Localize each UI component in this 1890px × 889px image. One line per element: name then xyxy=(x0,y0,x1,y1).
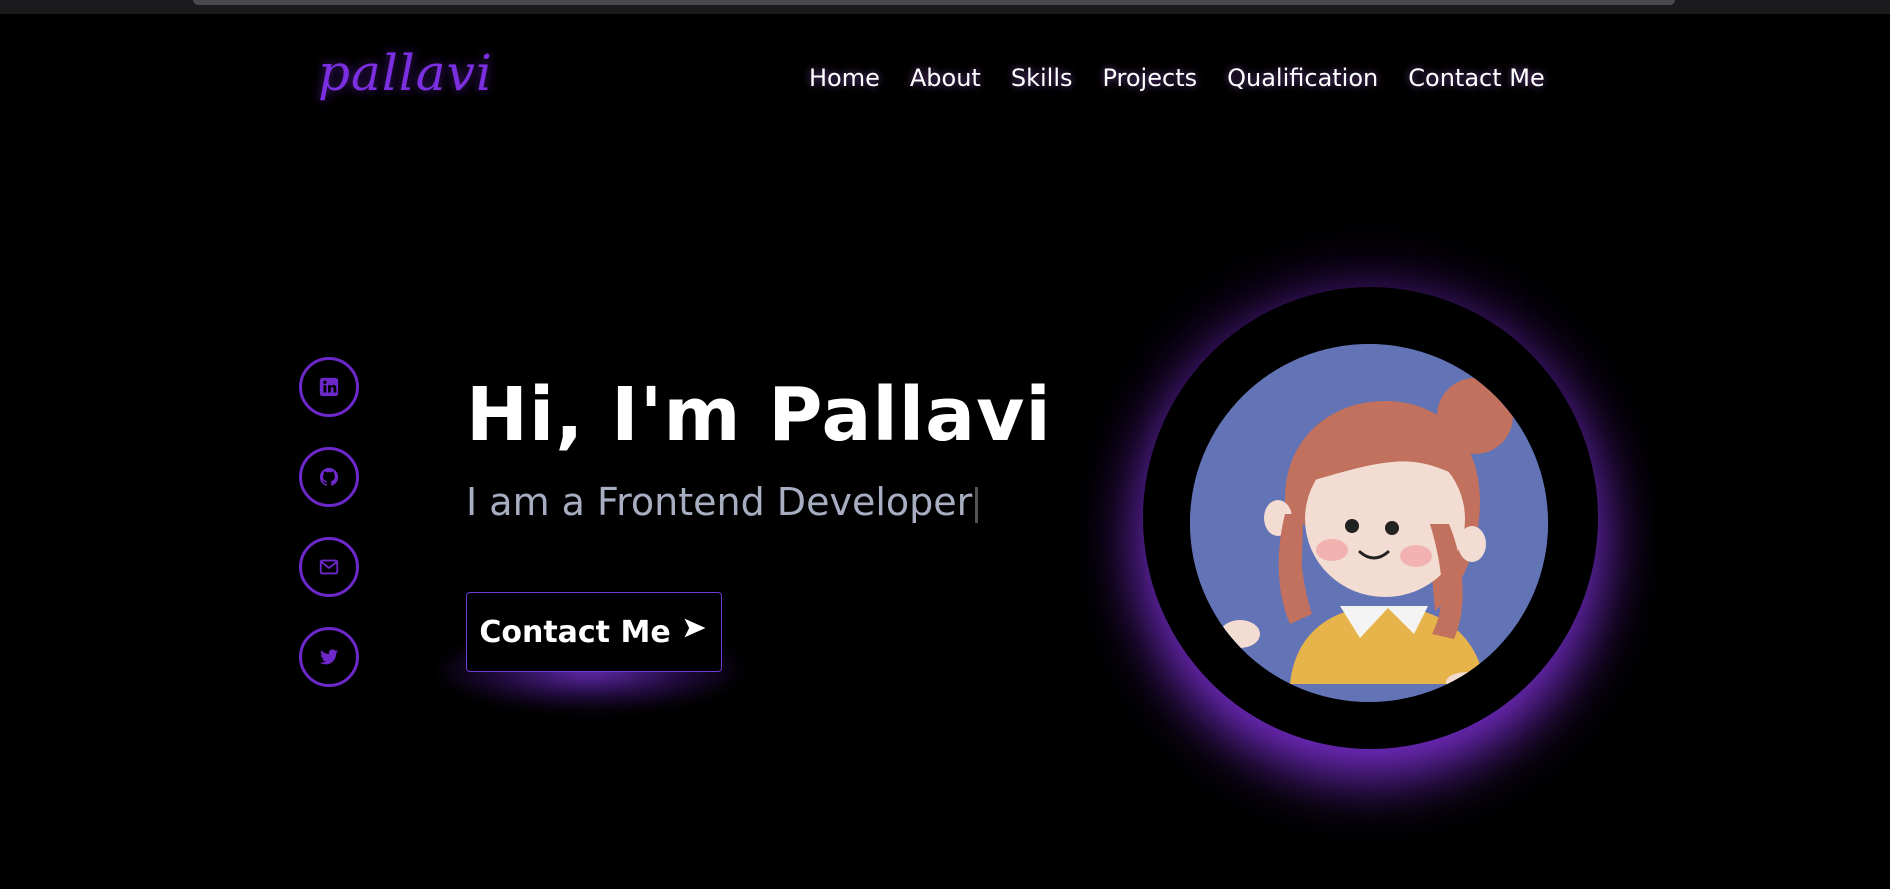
mail-icon xyxy=(319,559,339,575)
scroll-indicator xyxy=(193,0,1675,5)
nav-item-qualification[interactable]: Qualification xyxy=(1227,64,1378,92)
hero-title: Hi, I'm Pallavi xyxy=(466,372,1052,458)
github-button[interactable] xyxy=(299,447,359,507)
github-icon xyxy=(319,467,339,486)
nav-item-home[interactable]: Home xyxy=(809,64,880,92)
hero-subtitle: I am a Frontend Developer xyxy=(466,480,979,524)
hero-subtitle-text: I am a Frontend Developer xyxy=(466,480,973,524)
linkedin-icon xyxy=(319,377,339,397)
twitter-icon xyxy=(319,649,339,665)
browser-top-strip xyxy=(0,0,1890,14)
contact-me-button[interactable]: Contact Me xyxy=(466,592,722,672)
logo[interactable]: pallavi xyxy=(318,44,493,102)
nav-item-skills[interactable]: Skills xyxy=(1011,64,1073,92)
nav-item-about[interactable]: About xyxy=(910,64,981,92)
social-links xyxy=(299,357,359,687)
contact-me-label: Contact Me xyxy=(479,614,671,650)
linkedin-button[interactable] xyxy=(299,357,359,417)
nav-item-contact-me[interactable]: Contact Me xyxy=(1408,64,1544,92)
twitter-button[interactable] xyxy=(299,627,359,687)
arrow-right-icon xyxy=(681,614,709,650)
main-nav: Home About Skills Projects Qualification… xyxy=(809,64,1575,92)
nav-item-projects[interactable]: Projects xyxy=(1102,64,1197,92)
mail-button[interactable] xyxy=(299,537,359,597)
typing-cursor xyxy=(975,486,979,523)
avatar xyxy=(1190,344,1548,702)
avatar-illustration xyxy=(1190,344,1548,702)
